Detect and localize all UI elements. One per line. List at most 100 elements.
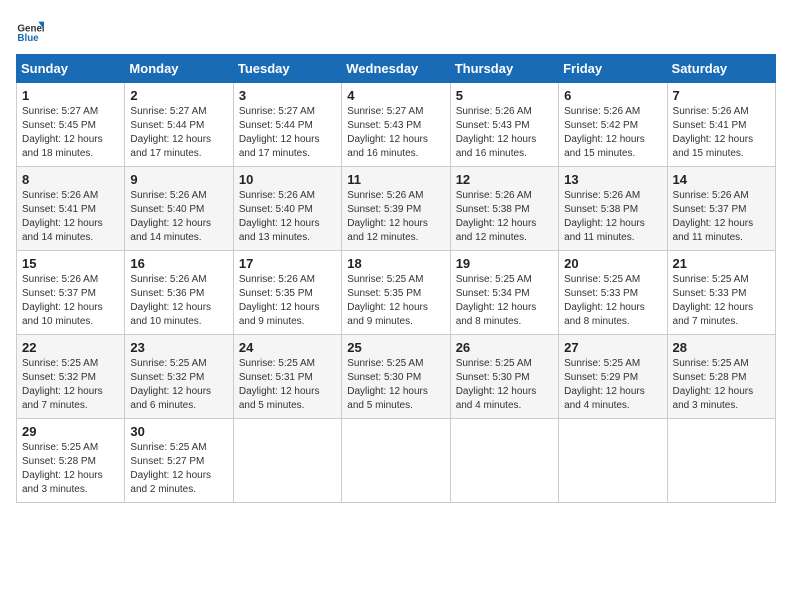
- day-info: Sunrise: 5:26 AMSunset: 5:39 PMDaylight:…: [347, 190, 428, 243]
- day-info: Sunrise: 5:26 AMSunset: 5:40 PMDaylight:…: [130, 190, 211, 243]
- day-info: Sunrise: 5:25 AMSunset: 5:27 PMDaylight:…: [130, 442, 211, 495]
- header-sunday: Sunday: [17, 55, 125, 83]
- empty-cell: [559, 419, 667, 503]
- calendar-day-27: 27 Sunrise: 5:25 AMSunset: 5:29 PMDaylig…: [559, 335, 667, 419]
- day-number: 15: [22, 256, 119, 271]
- day-info: Sunrise: 5:26 AMSunset: 5:37 PMDaylight:…: [22, 274, 103, 327]
- day-number: 17: [239, 256, 336, 271]
- calendar-day-14: 14 Sunrise: 5:26 AMSunset: 5:37 PMDaylig…: [667, 167, 775, 251]
- calendar-day-29: 29 Sunrise: 5:25 AMSunset: 5:28 PMDaylig…: [17, 419, 125, 503]
- day-info: Sunrise: 5:25 AMSunset: 5:28 PMDaylight:…: [673, 358, 754, 411]
- day-info: Sunrise: 5:26 AMSunset: 5:41 PMDaylight:…: [22, 190, 103, 243]
- header-monday: Monday: [125, 55, 233, 83]
- header-friday: Friday: [559, 55, 667, 83]
- day-number: 23: [130, 340, 227, 355]
- day-info: Sunrise: 5:25 AMSunset: 5:30 PMDaylight:…: [456, 358, 537, 411]
- day-info: Sunrise: 5:26 AMSunset: 5:35 PMDaylight:…: [239, 274, 320, 327]
- day-info: Sunrise: 5:26 AMSunset: 5:37 PMDaylight:…: [673, 190, 754, 243]
- empty-cell: [450, 419, 558, 503]
- page-header: General Blue: [16, 16, 776, 44]
- calendar-day-24: 24 Sunrise: 5:25 AMSunset: 5:31 PMDaylig…: [233, 335, 341, 419]
- day-number: 30: [130, 424, 227, 439]
- day-number: 10: [239, 172, 336, 187]
- day-number: 2: [130, 88, 227, 103]
- calendar-day-8: 8 Sunrise: 5:26 AMSunset: 5:41 PMDayligh…: [17, 167, 125, 251]
- day-number: 4: [347, 88, 444, 103]
- day-info: Sunrise: 5:26 AMSunset: 5:40 PMDaylight:…: [239, 190, 320, 243]
- day-number: 28: [673, 340, 770, 355]
- day-info: Sunrise: 5:26 AMSunset: 5:38 PMDaylight:…: [564, 190, 645, 243]
- day-number: 11: [347, 172, 444, 187]
- calendar-day-18: 18 Sunrise: 5:25 AMSunset: 5:35 PMDaylig…: [342, 251, 450, 335]
- day-info: Sunrise: 5:25 AMSunset: 5:35 PMDaylight:…: [347, 274, 428, 327]
- svg-text:Blue: Blue: [17, 33, 39, 44]
- day-info: Sunrise: 5:25 AMSunset: 5:34 PMDaylight:…: [456, 274, 537, 327]
- day-number: 16: [130, 256, 227, 271]
- calendar-day-28: 28 Sunrise: 5:25 AMSunset: 5:28 PMDaylig…: [667, 335, 775, 419]
- calendar-day-13: 13 Sunrise: 5:26 AMSunset: 5:38 PMDaylig…: [559, 167, 667, 251]
- day-info: Sunrise: 5:26 AMSunset: 5:36 PMDaylight:…: [130, 274, 211, 327]
- calendar-day-26: 26 Sunrise: 5:25 AMSunset: 5:30 PMDaylig…: [450, 335, 558, 419]
- day-info: Sunrise: 5:25 AMSunset: 5:33 PMDaylight:…: [673, 274, 754, 327]
- header-wednesday: Wednesday: [342, 55, 450, 83]
- day-number: 27: [564, 340, 661, 355]
- calendar-day-23: 23 Sunrise: 5:25 AMSunset: 5:32 PMDaylig…: [125, 335, 233, 419]
- day-number: 24: [239, 340, 336, 355]
- empty-cell: [667, 419, 775, 503]
- day-number: 14: [673, 172, 770, 187]
- day-info: Sunrise: 5:27 AMSunset: 5:44 PMDaylight:…: [130, 106, 211, 159]
- calendar-week-2: 8 Sunrise: 5:26 AMSunset: 5:41 PMDayligh…: [17, 167, 776, 251]
- header-thursday: Thursday: [450, 55, 558, 83]
- calendar-week-3: 15 Sunrise: 5:26 AMSunset: 5:37 PMDaylig…: [17, 251, 776, 335]
- day-info: Sunrise: 5:26 AMSunset: 5:38 PMDaylight:…: [456, 190, 537, 243]
- day-info: Sunrise: 5:27 AMSunset: 5:44 PMDaylight:…: [239, 106, 320, 159]
- day-number: 19: [456, 256, 553, 271]
- day-number: 21: [673, 256, 770, 271]
- day-info: Sunrise: 5:26 AMSunset: 5:42 PMDaylight:…: [564, 106, 645, 159]
- calendar-table: SundayMondayTuesdayWednesdayThursdayFrid…: [16, 54, 776, 503]
- day-number: 8: [22, 172, 119, 187]
- calendar-day-2: 2 Sunrise: 5:27 AMSunset: 5:44 PMDayligh…: [125, 83, 233, 167]
- empty-cell: [342, 419, 450, 503]
- calendar-day-4: 4 Sunrise: 5:27 AMSunset: 5:43 PMDayligh…: [342, 83, 450, 167]
- day-number: 6: [564, 88, 661, 103]
- calendar-day-6: 6 Sunrise: 5:26 AMSunset: 5:42 PMDayligh…: [559, 83, 667, 167]
- calendar-header-row: SundayMondayTuesdayWednesdayThursdayFrid…: [17, 55, 776, 83]
- calendar-day-5: 5 Sunrise: 5:26 AMSunset: 5:43 PMDayligh…: [450, 83, 558, 167]
- calendar-day-20: 20 Sunrise: 5:25 AMSunset: 5:33 PMDaylig…: [559, 251, 667, 335]
- day-number: 12: [456, 172, 553, 187]
- empty-cell: [233, 419, 341, 503]
- calendar-day-1: 1 Sunrise: 5:27 AMSunset: 5:45 PMDayligh…: [17, 83, 125, 167]
- day-info: Sunrise: 5:25 AMSunset: 5:29 PMDaylight:…: [564, 358, 645, 411]
- day-info: Sunrise: 5:25 AMSunset: 5:30 PMDaylight:…: [347, 358, 428, 411]
- calendar-day-19: 19 Sunrise: 5:25 AMSunset: 5:34 PMDaylig…: [450, 251, 558, 335]
- calendar-day-12: 12 Sunrise: 5:26 AMSunset: 5:38 PMDaylig…: [450, 167, 558, 251]
- day-number: 13: [564, 172, 661, 187]
- calendar-day-21: 21 Sunrise: 5:25 AMSunset: 5:33 PMDaylig…: [667, 251, 775, 335]
- calendar-day-30: 30 Sunrise: 5:25 AMSunset: 5:27 PMDaylig…: [125, 419, 233, 503]
- calendar-day-7: 7 Sunrise: 5:26 AMSunset: 5:41 PMDayligh…: [667, 83, 775, 167]
- calendar-day-22: 22 Sunrise: 5:25 AMSunset: 5:32 PMDaylig…: [17, 335, 125, 419]
- day-info: Sunrise: 5:25 AMSunset: 5:33 PMDaylight:…: [564, 274, 645, 327]
- day-number: 18: [347, 256, 444, 271]
- header-tuesday: Tuesday: [233, 55, 341, 83]
- day-info: Sunrise: 5:25 AMSunset: 5:31 PMDaylight:…: [239, 358, 320, 411]
- day-info: Sunrise: 5:27 AMSunset: 5:43 PMDaylight:…: [347, 106, 428, 159]
- calendar-week-4: 22 Sunrise: 5:25 AMSunset: 5:32 PMDaylig…: [17, 335, 776, 419]
- calendar-day-10: 10 Sunrise: 5:26 AMSunset: 5:40 PMDaylig…: [233, 167, 341, 251]
- calendar-day-11: 11 Sunrise: 5:26 AMSunset: 5:39 PMDaylig…: [342, 167, 450, 251]
- day-info: Sunrise: 5:26 AMSunset: 5:41 PMDaylight:…: [673, 106, 754, 159]
- calendar-week-5: 29 Sunrise: 5:25 AMSunset: 5:28 PMDaylig…: [17, 419, 776, 503]
- logo: General Blue: [16, 16, 49, 44]
- calendar-day-17: 17 Sunrise: 5:26 AMSunset: 5:35 PMDaylig…: [233, 251, 341, 335]
- calendar-day-9: 9 Sunrise: 5:26 AMSunset: 5:40 PMDayligh…: [125, 167, 233, 251]
- logo-icon: General Blue: [16, 16, 44, 44]
- calendar-day-3: 3 Sunrise: 5:27 AMSunset: 5:44 PMDayligh…: [233, 83, 341, 167]
- day-number: 26: [456, 340, 553, 355]
- day-info: Sunrise: 5:25 AMSunset: 5:32 PMDaylight:…: [130, 358, 211, 411]
- calendar-day-16: 16 Sunrise: 5:26 AMSunset: 5:36 PMDaylig…: [125, 251, 233, 335]
- day-number: 29: [22, 424, 119, 439]
- day-number: 5: [456, 88, 553, 103]
- calendar-day-15: 15 Sunrise: 5:26 AMSunset: 5:37 PMDaylig…: [17, 251, 125, 335]
- day-number: 3: [239, 88, 336, 103]
